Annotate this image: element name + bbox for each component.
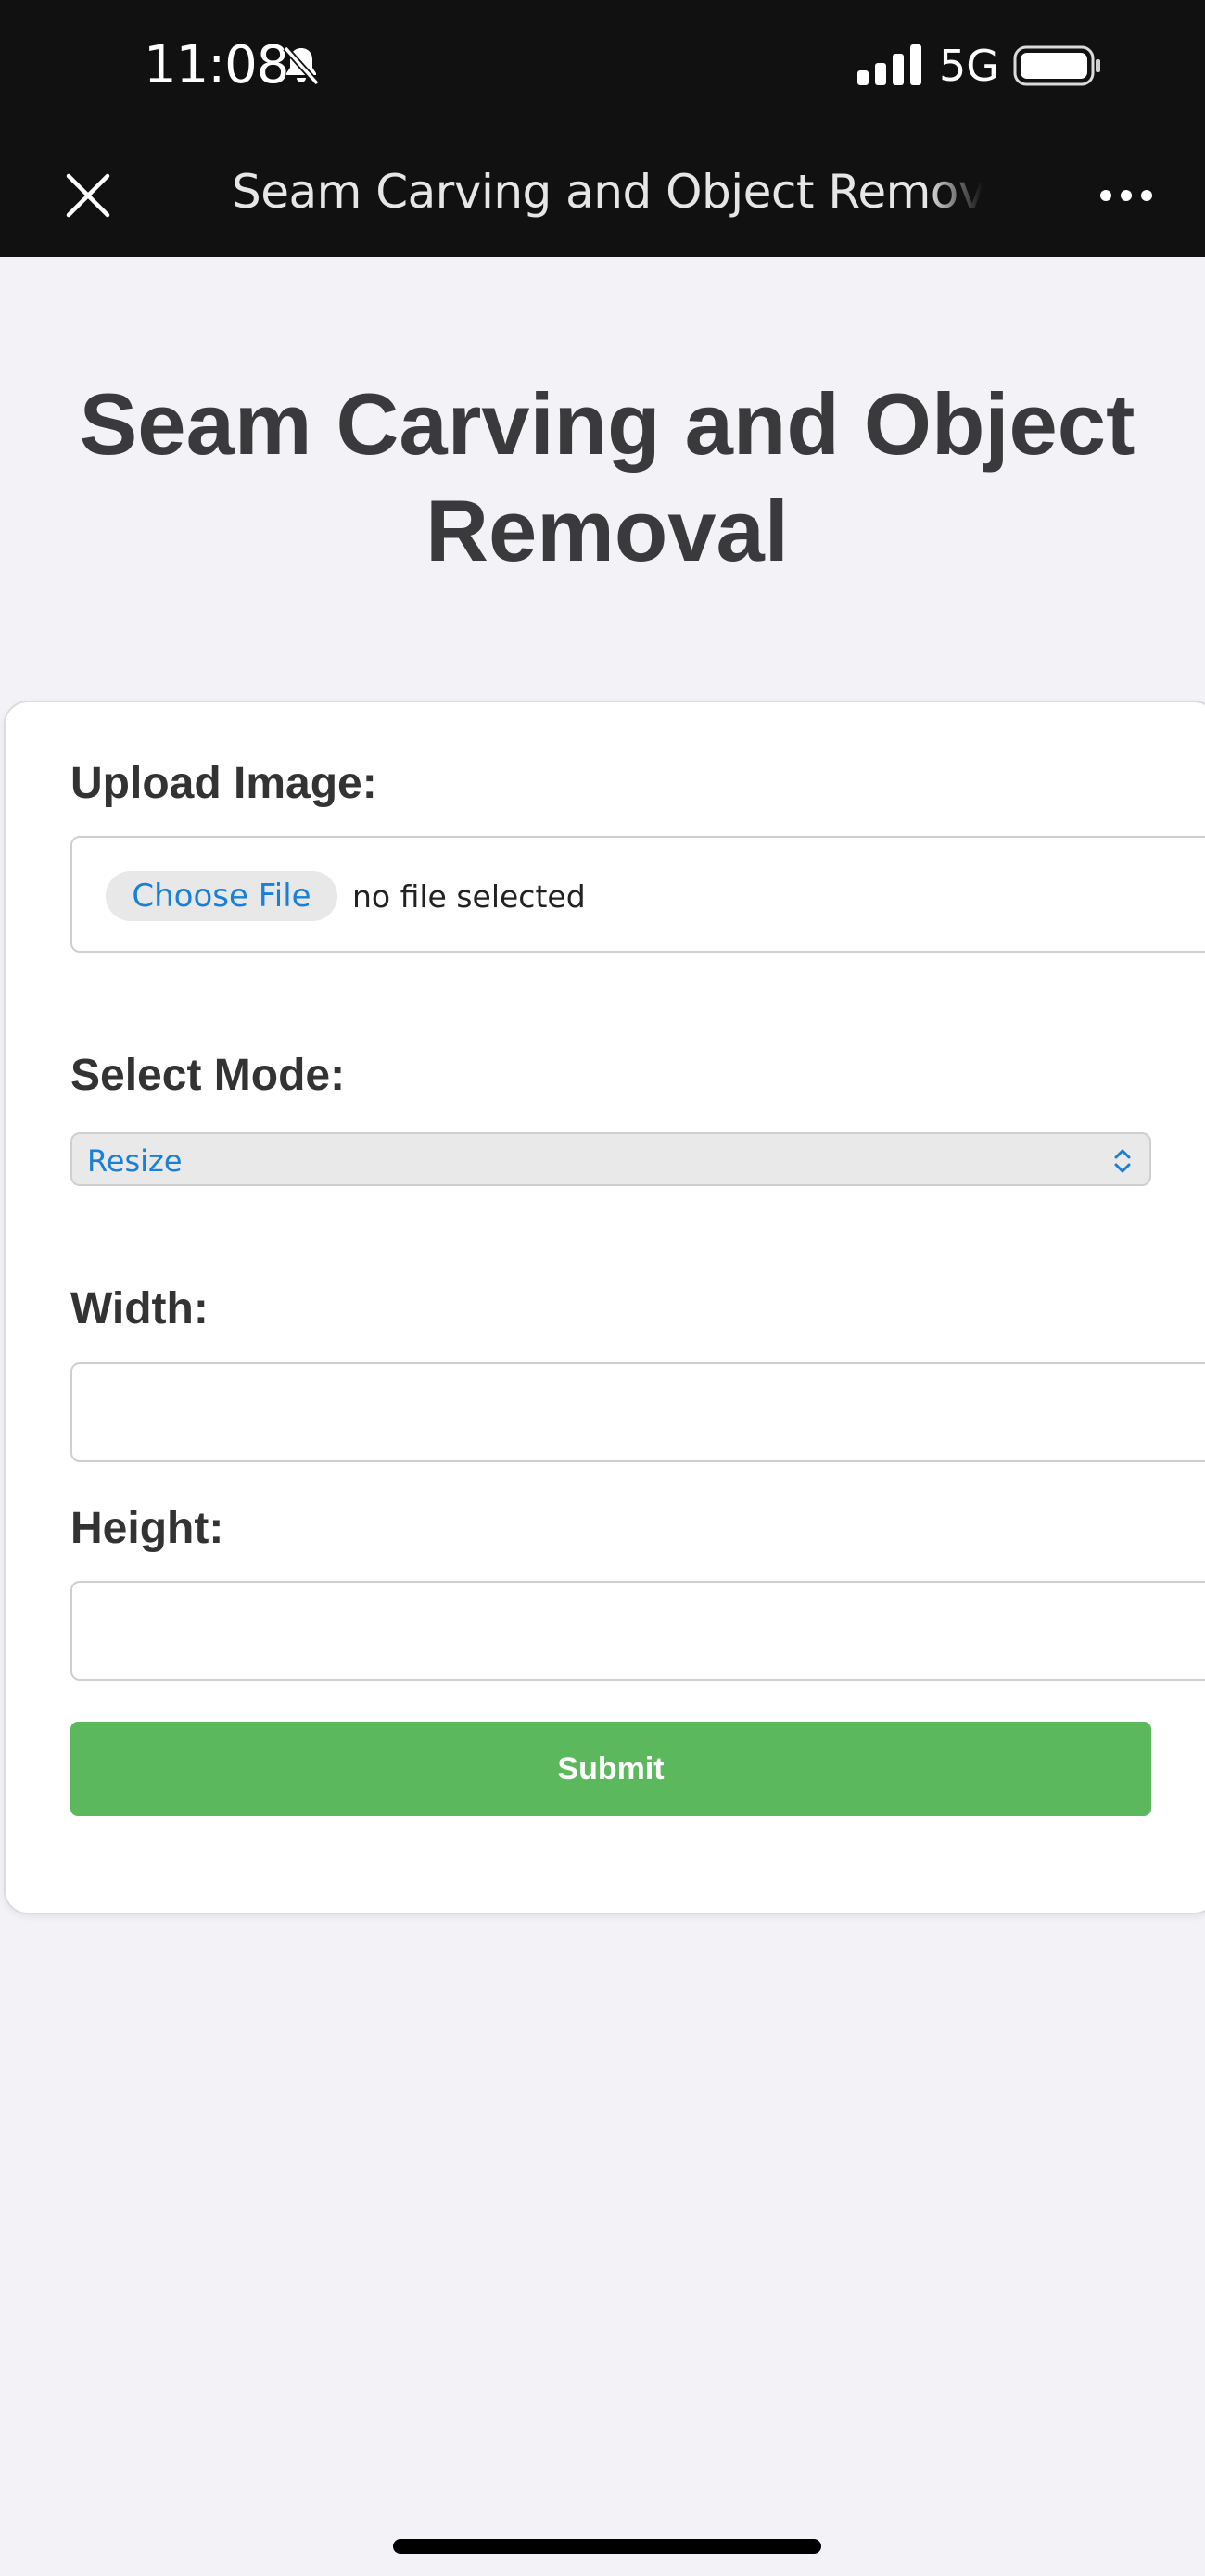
battery-icon [1013,45,1100,86]
upload-label: Upload Image: [70,759,377,808]
mode-select-value: Resize [87,1143,183,1179]
mode-label: Select Mode: [70,1051,346,1100]
height-label: Height: [70,1504,224,1553]
mode-select[interactable]: Resize [70,1132,1151,1186]
close-icon[interactable] [65,172,111,219]
chevron-updown-icon [1114,1149,1131,1173]
network-label: 5G [939,41,999,91]
width-input[interactable] [70,1362,1205,1462]
status-time: 11:08 [144,35,289,95]
more-icon[interactable] [1098,185,1154,206]
page-heading: Seam Carving and Object Removal [79,375,1135,579]
form-card: Upload Image: Choose File no file select… [4,701,1205,1914]
top-bar: 11:08 5G Seam Carving and Object Removal [0,0,1205,257]
home-indicator[interactable] [393,2539,821,2554]
nav-title: Seam Carving and Object Removal [232,165,983,219]
submit-button[interactable]: Submit [70,1722,1151,1816]
signal-icon [857,44,921,85]
height-input[interactable] [70,1581,1205,1681]
choose-file-button[interactable]: Choose File [106,871,337,921]
bell-slash-icon [283,45,320,86]
file-status: no file selected [352,878,586,915]
width-label: Width: [70,1284,209,1333]
file-input[interactable]: Choose File no file selected [70,836,1205,953]
